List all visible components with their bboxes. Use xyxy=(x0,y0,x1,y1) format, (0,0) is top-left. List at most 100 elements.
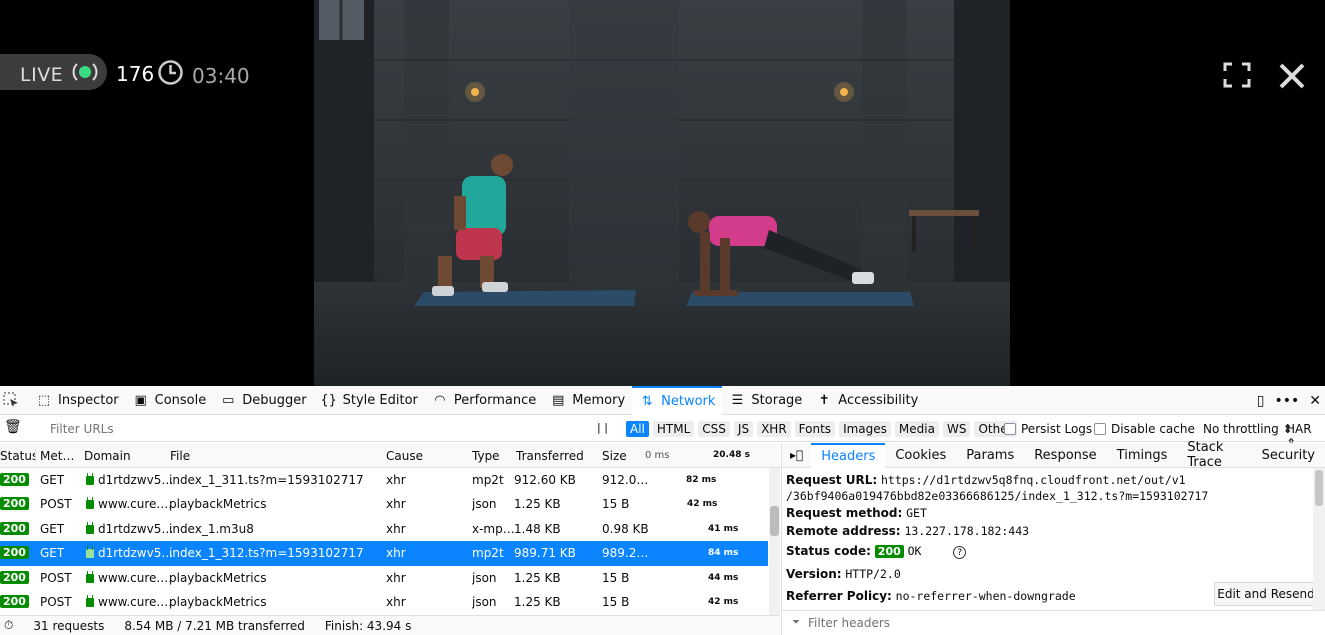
request-domain: www.cure.… xyxy=(86,595,172,609)
scrollbar-thumb[interactable] xyxy=(1315,470,1323,506)
tab-params[interactable]: Params xyxy=(956,443,1024,468)
referrer-policy-value: no-referrer-when-downgrade xyxy=(895,589,1076,603)
tab-stack-trace[interactable]: Stack Trace xyxy=(1177,440,1251,470)
video-player[interactable]: LIVE 176 03:40 xyxy=(0,0,1325,386)
tab-network[interactable]: ⇅ Network xyxy=(632,385,723,415)
live-label: LIVE xyxy=(20,64,64,86)
request-cause: xhr xyxy=(386,497,406,512)
filter-fonts[interactable]: Fonts xyxy=(794,421,836,437)
version-value: HTTP/2.0 xyxy=(845,567,901,581)
remote-address-row: Remote address: 13.227.178.182:443 xyxy=(786,524,1029,538)
filter-headers-input[interactable]: ⏷ Filter headers xyxy=(782,610,1325,635)
video-frame[interactable] xyxy=(314,0,1010,386)
filter-html[interactable]: HTML xyxy=(652,421,695,437)
status-code-row: Status code: 200 OK ? xyxy=(786,544,967,559)
request-domain: d1rtdzwv5… xyxy=(86,521,173,536)
close-devtools-icon[interactable]: ✕ xyxy=(1309,393,1321,409)
request-type: mp2t xyxy=(472,473,504,487)
request-url-value[interactable]: https://d1rtdzwv5q8fnq.cloudfront.net/ou… xyxy=(881,473,1186,487)
request-file: playbackMetrics xyxy=(169,595,267,609)
waterfall-timing: 41 ms xyxy=(708,523,739,534)
memory-icon: ▤ xyxy=(552,392,565,408)
tab-response[interactable]: Response xyxy=(1024,443,1106,468)
table-row[interactable]: 200 www.cure.… POST playbackMetrics xhr json 1… xyxy=(0,566,768,591)
devtools-window-controls: ▯ ••• ✕ xyxy=(1257,386,1325,415)
tab-style-editor[interactable]: {} Style Editor xyxy=(314,386,425,415)
column-status[interactable]: Status xyxy=(0,449,36,463)
details-scrollbar[interactable] xyxy=(1313,468,1325,610)
request-url-row: Request URL: https://d1rtdzwv5q8fnq.clou… xyxy=(786,473,1186,487)
table-row[interactable]: 200 www.cure.… POST playbackMetrics xhr json 1… xyxy=(0,590,768,615)
status-badge: 200 xyxy=(0,473,29,486)
accessibility-icon: ✝ xyxy=(818,392,830,408)
request-method: GET xyxy=(40,473,65,487)
filter-all[interactable]: All xyxy=(626,421,649,437)
toggle-sidebar-icon[interactable]: ▸⃞ xyxy=(782,448,811,462)
column-cause[interactable]: Cause xyxy=(386,449,456,463)
request-cause: xhr xyxy=(386,473,406,487)
console-icon: ▣ xyxy=(134,392,147,408)
network-toolbar: 🗑 ⏷ | | All HTML CSS JS XHR Fonts Images… xyxy=(0,415,1325,450)
request-transferred: 1.48 KB xyxy=(514,521,561,536)
column-size[interactable]: Size xyxy=(602,449,640,463)
element-picker-button[interactable] xyxy=(0,386,29,415)
request-method: GET xyxy=(40,521,65,536)
help-icon[interactable]: ? xyxy=(953,546,967,559)
pause-button[interactable]: | | xyxy=(597,421,608,434)
waterfall-timing: 42 ms xyxy=(687,499,718,510)
filter-media[interactable]: Media xyxy=(894,421,939,437)
request-cause: xhr xyxy=(386,521,406,536)
filter-js[interactable]: JS xyxy=(733,421,754,437)
status-badge: 200 xyxy=(0,546,29,560)
gauge-icon: ◠ xyxy=(434,392,446,408)
persist-logs-checkbox[interactable]: Persist Logs xyxy=(1004,422,1092,436)
tab-label: Console xyxy=(154,392,207,408)
trash-icon[interactable]: 🗑 xyxy=(4,419,22,435)
request-size: 989.2… xyxy=(602,546,649,561)
filter-images[interactable]: Images xyxy=(839,421,891,437)
request-list-scrollbar[interactable] xyxy=(769,468,780,623)
request-list-header: Status Met… Domain File Cause Type Trans… xyxy=(0,443,780,468)
disable-cache-checkbox[interactable]: Disable cache xyxy=(1094,422,1195,436)
waterfall-timing: 82 ms xyxy=(686,475,717,485)
close-icon[interactable] xyxy=(1278,62,1306,94)
tab-console[interactable]: ▣ Console xyxy=(126,386,214,415)
edit-and-resend-button[interactable]: Edit and Resend xyxy=(1214,582,1318,606)
waterfall-timing: 44 ms xyxy=(708,572,739,583)
tab-memory[interactable]: ▤ Memory xyxy=(543,386,632,415)
disable-cache-label: Disable cache xyxy=(1111,422,1195,436)
request-url-continued[interactable]: /36bf9406a019476bbd82e03366686125/index_… xyxy=(786,489,1208,503)
column-transferred[interactable]: Transferred xyxy=(516,449,596,463)
scrollbar-thumb[interactable] xyxy=(770,506,779,536)
tab-accessibility[interactable]: ✝ Accessibility xyxy=(809,386,925,415)
tab-timings[interactable]: Timings xyxy=(1107,443,1178,468)
column-method[interactable]: Met… xyxy=(40,449,78,463)
tab-debugger[interactable]: ▭ Debugger xyxy=(213,386,313,415)
request-transferred: 1.25 KB xyxy=(514,595,561,609)
throttling-select[interactable]: No throttling ⇕ xyxy=(1203,422,1293,436)
more-options-icon[interactable]: ••• xyxy=(1274,393,1299,409)
column-type[interactable]: Type xyxy=(472,449,512,463)
responsive-design-icon[interactable]: ▯ xyxy=(1257,393,1265,409)
filter-xhr[interactable]: XHR xyxy=(757,421,791,437)
tab-headers[interactable]: Headers xyxy=(811,442,886,468)
table-row[interactable]: 200 d1rtdzwv5… GET index_1.m3u8 xhr x-mp… 1.48… xyxy=(0,517,768,542)
persist-logs-label: Persist Logs xyxy=(1021,422,1093,436)
tab-inspector[interactable]: ⬚ Inspector xyxy=(29,386,126,415)
column-file[interactable]: File xyxy=(170,449,370,463)
tab-performance[interactable]: ◠ Performance xyxy=(425,386,543,415)
table-row[interactable]: 200 d1rtdzwv5… GET index_1_311.ts?m=1593102… xyxy=(0,468,768,493)
table-row[interactable]: 200 www.cure.… POST playbackMetrics xhr json 1… xyxy=(0,492,768,517)
tab-label: Inspector xyxy=(58,392,119,408)
tab-cookies[interactable]: Cookies xyxy=(885,443,956,468)
fullscreen-icon[interactable] xyxy=(1223,62,1251,92)
tab-storage[interactable]: ☰ Storage xyxy=(722,386,809,415)
tab-label: Debugger xyxy=(242,392,307,408)
column-domain[interactable]: Domain xyxy=(84,449,162,463)
filter-ws[interactable]: WS xyxy=(942,421,971,437)
tab-label: Storage xyxy=(751,392,803,408)
filter-css[interactable]: CSS xyxy=(698,421,730,437)
tab-security[interactable]: Security xyxy=(1252,443,1325,468)
table-row[interactable]: 200 d1rtdzwv5… GET index_1_312.ts?m=1593102… xyxy=(0,541,768,566)
filter-urls-input[interactable] xyxy=(34,419,594,438)
